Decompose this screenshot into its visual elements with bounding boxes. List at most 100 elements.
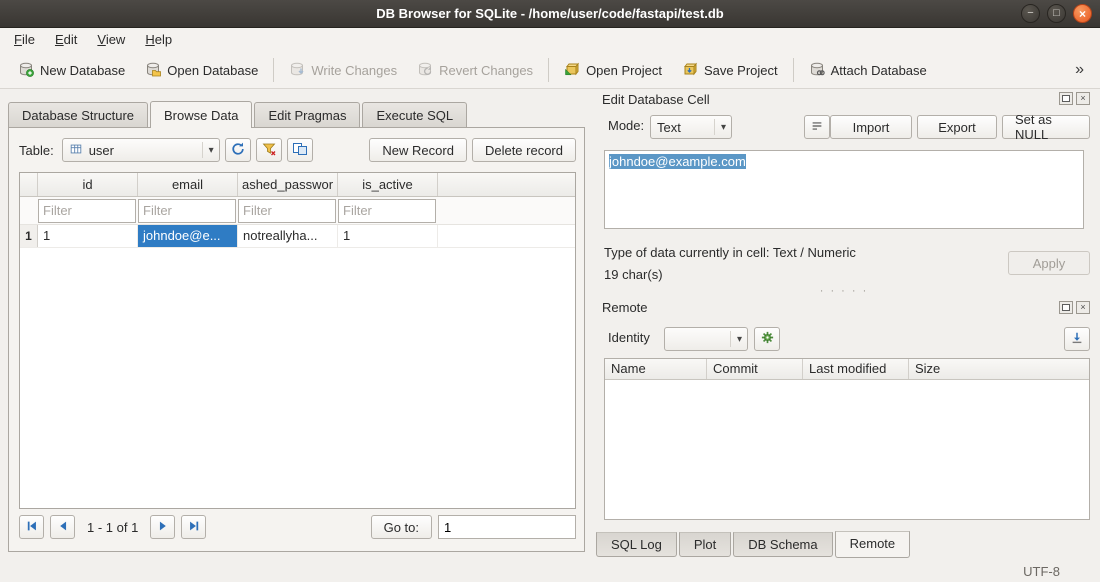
tab-remote[interactable]: Remote	[835, 531, 911, 558]
cell-is-active[interactable]: 1	[338, 225, 438, 247]
column-header-hashed-password[interactable]: ashed_passwor	[238, 173, 338, 196]
toolbar-separator	[273, 58, 274, 82]
maximize-button[interactable]: □	[1047, 4, 1066, 23]
column-header-id[interactable]: id	[38, 173, 138, 196]
next-page-button[interactable]	[150, 515, 175, 539]
right-panel: Edit Database Cell × Mode: Text ▾ Import…	[594, 88, 1094, 560]
menu-help[interactable]: Help	[135, 28, 182, 52]
grid-header: id email ashed_passwor is_active	[20, 173, 575, 197]
previous-page-button[interactable]	[50, 515, 75, 539]
tab-edit-pragmas[interactable]: Edit Pragmas	[254, 102, 360, 127]
cell-hashed-password[interactable]: notreallyha...	[238, 225, 338, 247]
toolbar-overflow-button[interactable]: »	[1067, 61, 1092, 79]
toolbar-button-save-project[interactable]: Save Project	[672, 57, 788, 84]
open-database-icon	[145, 61, 161, 80]
tab-plot[interactable]: Plot	[679, 532, 731, 557]
remote-table: Name Commit Last modified Size	[604, 358, 1090, 520]
word-wrap-button[interactable]	[804, 115, 830, 139]
attach-database-icon	[809, 61, 825, 80]
remote-column-name[interactable]: Name	[605, 359, 707, 379]
identity-settings-button[interactable]	[754, 327, 780, 351]
record-pager: 1 - 1 of 1 Go to:	[19, 514, 576, 540]
titlebar: DB Browser for SQLite - /home/user/code/…	[0, 0, 1100, 28]
new-database-icon	[18, 61, 34, 80]
table-columns-icon	[292, 141, 308, 160]
menu-view-label: iew	[106, 32, 126, 47]
first-page-button[interactable]	[19, 515, 44, 539]
tab-sql-log[interactable]: SQL Log	[596, 532, 677, 557]
gear-icon	[760, 330, 775, 348]
column-header-email[interactable]: email	[138, 173, 238, 196]
filter-input-email[interactable]	[138, 199, 236, 223]
main-tabbar: Database Structure Browse Data Edit Prag…	[8, 101, 469, 127]
freeze-columns-button[interactable]	[287, 138, 313, 162]
toolbar-separator	[793, 58, 794, 82]
remote-fetch-button[interactable]	[1064, 327, 1090, 351]
clear-filters-button[interactable]	[256, 138, 282, 162]
toolbar-label: Revert Changes	[439, 63, 533, 78]
cell-editor-selected-text: johndoe@example.com	[609, 154, 746, 169]
remote-column-commit[interactable]: Commit	[707, 359, 803, 379]
grid-header-filler	[438, 173, 575, 196]
refresh-button[interactable]	[225, 138, 251, 162]
toolbar-button-open-database[interactable]: Open Database	[135, 57, 268, 84]
table-select[interactable]: user ▾	[62, 138, 220, 162]
table-grid-icon	[69, 142, 83, 159]
menu-file[interactable]: File	[4, 28, 45, 52]
write-changes-icon	[289, 61, 305, 80]
mode-select[interactable]: Text ▾	[650, 115, 732, 139]
toolbar: New Database Open Database Write Changes…	[0, 52, 1100, 89]
remote-close-button[interactable]: ×	[1076, 301, 1090, 314]
remote-table-body	[605, 380, 1089, 519]
goto-input[interactable]	[438, 515, 576, 539]
tab-execute-sql[interactable]: Execute SQL	[362, 102, 467, 127]
close-button[interactable]: ×	[1073, 4, 1092, 23]
encoding-label: UTF-8	[1023, 564, 1060, 579]
first-page-icon	[25, 519, 39, 536]
toolbar-button-open-project[interactable]: Open Project	[554, 57, 672, 84]
menubar: File Edit View Help	[0, 28, 1100, 52]
remote-column-last-modified[interactable]: Last modified	[803, 359, 909, 379]
cell-editor[interactable]: johndoe@example.com	[604, 150, 1084, 229]
edit-cell-float-button[interactable]	[1059, 92, 1073, 105]
menu-view[interactable]: View	[87, 28, 135, 52]
cell-id[interactable]: 1	[38, 225, 138, 247]
revert-changes-icon	[417, 61, 433, 80]
edit-cell-close-button[interactable]: ×	[1076, 92, 1090, 105]
tab-database-structure[interactable]: Database Structure	[8, 102, 148, 127]
menu-edit[interactable]: Edit	[45, 28, 87, 52]
toolbar-button-new-database[interactable]: New Database	[8, 57, 135, 84]
remote-float-button[interactable]	[1059, 301, 1073, 314]
menu-file-mnemonic: F	[14, 32, 22, 47]
row-number[interactable]: 1	[20, 225, 38, 247]
edit-cell-toolbar: Mode: Text ▾ Import Export Set as NULL	[594, 114, 1094, 140]
import-button[interactable]: Import	[830, 115, 912, 139]
column-header-is-active[interactable]: is_active	[338, 173, 438, 196]
tab-db-schema[interactable]: DB Schema	[733, 532, 832, 557]
apply-button: Apply	[1008, 251, 1090, 275]
remote-column-size[interactable]: Size	[909, 359, 1089, 379]
tab-browse-data[interactable]: Browse Data	[150, 101, 252, 128]
toolbar-button-write-changes: Write Changes	[279, 57, 407, 84]
filter-input-is-active[interactable]	[338, 199, 436, 223]
cell-email[interactable]: johndoe@e...	[138, 225, 238, 247]
filter-input-hashed-password[interactable]	[238, 199, 336, 223]
edit-cell-dock-buttons: ×	[1059, 92, 1090, 105]
statusbar: UTF-8	[0, 560, 1100, 582]
grid-corner-cell	[20, 173, 38, 196]
identity-select[interactable]: ▾	[664, 327, 748, 351]
dock-splitter[interactable]: · · · · ·	[594, 286, 1094, 296]
set-null-button[interactable]: Set as NULL	[1002, 115, 1090, 139]
cell-type-info: Type of data currently in cell: Text / N…	[604, 245, 856, 260]
float-icon	[1062, 304, 1070, 311]
toolbar-label: Write Changes	[311, 63, 397, 78]
last-page-button[interactable]	[181, 515, 206, 539]
browse-data-panel: Table: user ▾ New Record Delete record	[8, 127, 585, 552]
new-record-button[interactable]: New Record	[369, 138, 467, 162]
toolbar-button-attach-database[interactable]: Attach Database	[799, 57, 937, 84]
export-button[interactable]: Export	[917, 115, 997, 139]
filter-input-id[interactable]	[38, 199, 136, 223]
minimize-button[interactable]: −	[1021, 4, 1040, 23]
delete-record-button[interactable]: Delete record	[472, 138, 576, 162]
goto-button[interactable]: Go to:	[371, 515, 432, 539]
